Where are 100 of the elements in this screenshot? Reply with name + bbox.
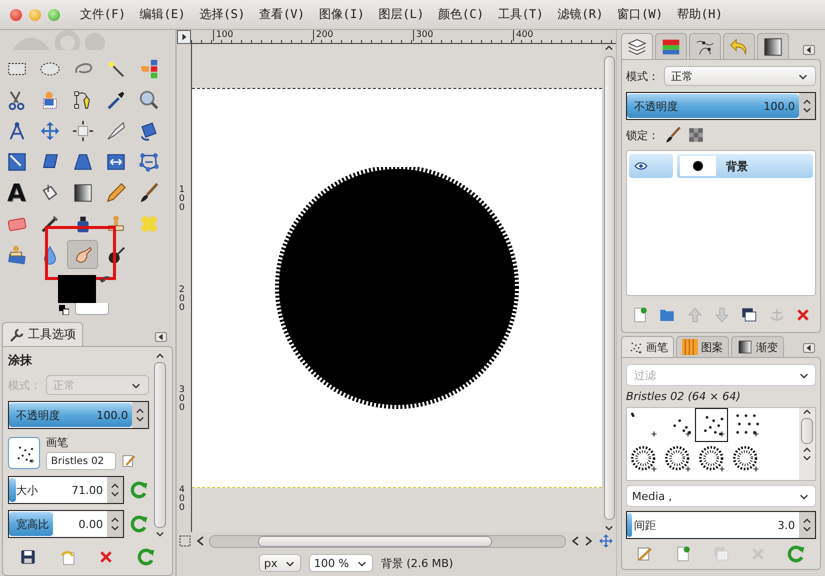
image-canvas[interactable] [192,88,602,488]
dock-menu-button[interactable] [803,45,815,55]
lock-alpha-button[interactable] [687,126,705,144]
dock-tab[interactable] [757,33,789,59]
slider-label: 宽高比 [16,516,49,532]
dock-tab[interactable]: 图案 [676,336,729,357]
pencil-icon [104,182,126,204]
dock-tab[interactable]: 画笔 [621,336,674,357]
reset-button[interactable] [129,480,149,500]
slider-label: 不透明度 [16,408,60,422]
scrollbar[interactable] [209,534,566,548]
menu-item[interactable]: 图像(I) [318,6,364,23]
spin-button[interactable] [107,511,123,537]
down-chevron-icon [604,524,614,532]
dock-tab[interactable] [689,33,721,59]
right-triangle-icon [180,33,188,41]
quick-mask-button[interactable] [177,30,191,44]
edit-brush-button[interactable] [121,453,137,469]
brush-preview[interactable] [695,408,728,442]
navigate-button[interactable] [598,533,614,549]
down-chevron-icon [802,454,812,462]
menu-item[interactable]: 编辑(E) [140,6,186,23]
layer-row[interactable]: 背景 [677,154,813,178]
up-chevron-icon [802,446,812,454]
brush-preview[interactable] [8,436,40,468]
slider-value: 100.0 [96,408,128,422]
refresh-brushes-button[interactable] [786,544,806,564]
stacked-pictures-icon [712,545,730,563]
dashed-square-icon [179,535,191,547]
pencil-on-page-icon [121,453,137,469]
right-chevron-icon [584,535,594,547]
ruler-label: 100 [179,186,185,213]
ruler-label: 300 [413,30,434,41]
visibility-toggle[interactable] [629,154,673,178]
refresh-icon [786,544,806,564]
background-color-swatch[interactable] [75,303,109,315]
scrollbar[interactable] [799,408,815,480]
up-chevron-icon [604,44,614,52]
left-triangle-icon [157,333,165,341]
slider-value: 71.00 [72,484,103,496]
filter-input[interactable]: 过滤 [632,368,756,382]
dock-menu-button[interactable] [155,332,167,342]
down-chevron-icon [110,490,120,498]
edit-brush-button[interactable] [636,545,654,563]
stamp-on-card-icon [6,244,28,266]
dock-menu-button[interactable] [803,343,815,353]
four-arrows-icon [38,120,60,142]
menu-item[interactable]: 工具(T) [498,6,544,23]
refresh-icon [136,547,156,567]
menu-item[interactable]: 窗口(W) [617,6,663,23]
scrollbar[interactable] [602,44,616,532]
menu-item[interactable]: 颜色(C) [438,6,484,23]
selection-toggle-button[interactable] [179,535,191,547]
spin-button[interactable] [799,512,815,538]
tool-options-tab[interactable]: 工具选项 [2,322,83,346]
up-chevron-icon [110,482,120,490]
slider-label: 间距 [634,518,656,532]
foreground-color-swatch[interactable] [58,275,96,303]
filter-field[interactable]: 过滤 [626,364,816,386]
close-button[interactable] [10,8,22,20]
align-icon [72,120,94,142]
menu-item[interactable]: 滤镜(R) [558,6,604,23]
x-icon [795,307,812,323]
brush-title: Bristles 02 (64 × 64) [626,390,742,403]
ruler-label: 200 [179,286,185,313]
scrollbar[interactable] [153,352,167,538]
menu-item[interactable]: 查看(V) [259,6,305,23]
lock-label: 锁定： [626,128,659,142]
tab-label: 工具选项 [28,326,76,343]
duplicate-layer-button[interactable] [740,306,758,324]
menu-item[interactable]: 选择(S) [199,6,246,23]
tag-field[interactable]: Media , [626,485,816,507]
spin-button[interactable] [132,402,148,428]
tool-button[interactable]: A [1,178,32,207]
knife-icon [104,120,126,142]
brush-dots-icon [628,444,658,474]
dock-tab[interactable]: 渐变 [731,336,784,357]
save-button[interactable] [18,548,37,566]
spin-button[interactable] [799,93,815,119]
ruler-label: 100 [213,30,234,41]
magnifier-icon [138,88,160,110]
brush-name-field[interactable]: Bristles 02 [46,452,116,470]
unit-dropdown[interactable]: px [259,554,301,572]
reset-button[interactable] [129,514,149,534]
spin-button[interactable] [107,477,123,503]
lock-pixels-button[interactable] [664,126,682,144]
gradient-square-icon [762,36,784,58]
mode-dropdown[interactable]: 正常 [664,66,816,86]
zoom-dropdown[interactable]: 100 % [309,554,373,572]
menu-item[interactable]: 图层(L) [378,6,424,23]
delete-button[interactable] [98,549,114,565]
reset-button[interactable] [136,547,156,567]
down-chevron-icon [155,530,165,538]
menu-item[interactable]: 帮助(H) [676,6,723,23]
ruler-label: 400 [179,486,185,513]
menu-item[interactable]: 文件(F) [80,6,126,23]
dock-tab[interactable] [621,33,653,59]
delete-layer-button[interactable] [795,307,812,323]
four-arrows-icon [598,533,614,549]
up-chevron-icon [135,407,145,415]
